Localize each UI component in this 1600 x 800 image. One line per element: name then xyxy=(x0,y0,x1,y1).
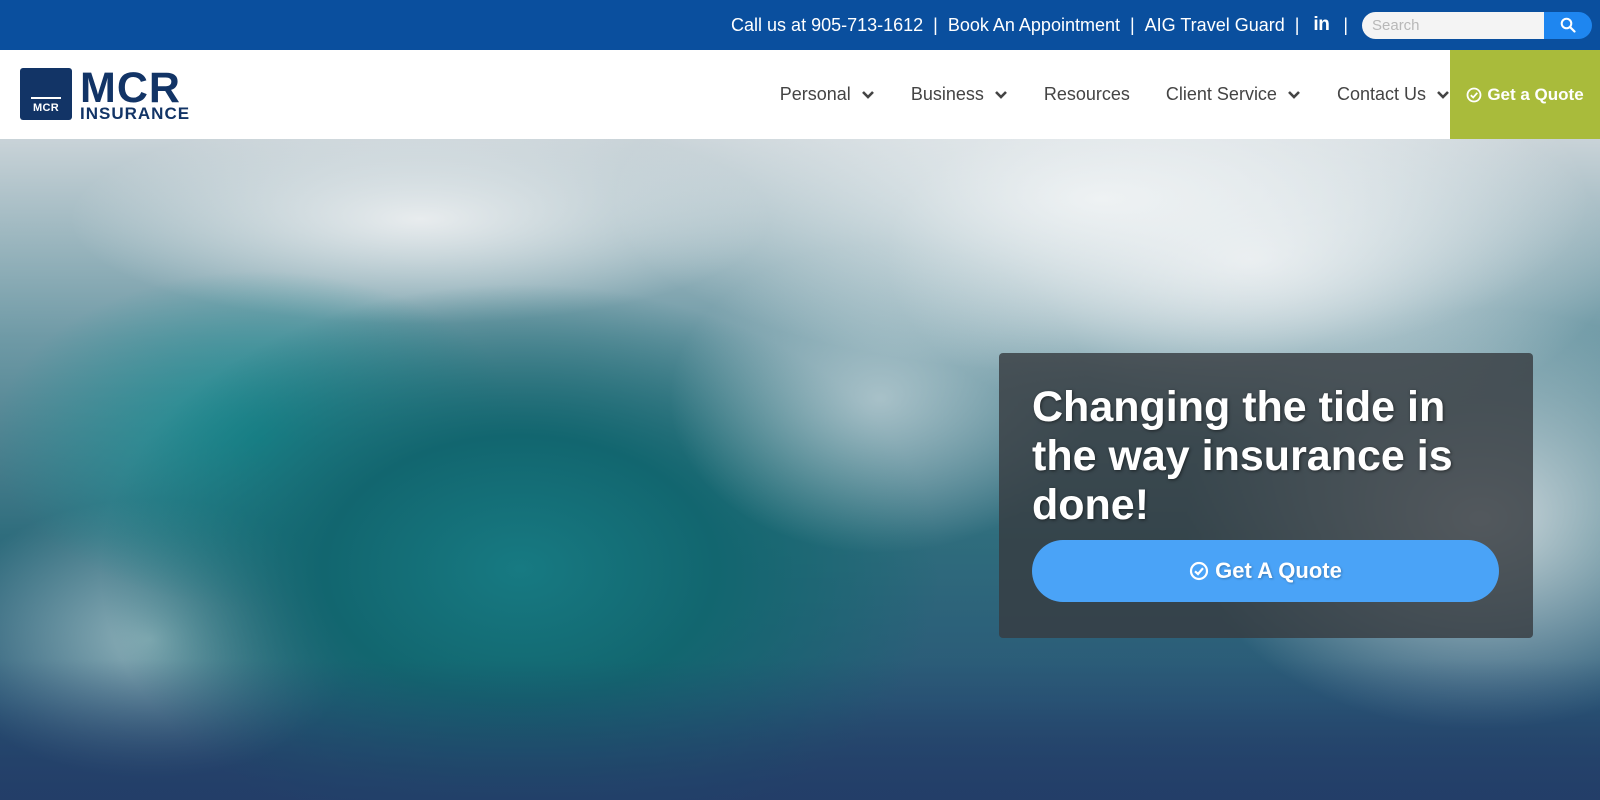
logo-wordmark: MCR INSURANCE xyxy=(80,63,191,123)
nav-item-label: Contact Us xyxy=(1336,84,1426,104)
hero-card: Changing the tide in the way insurance i… xyxy=(999,353,1533,638)
hero-water-shade xyxy=(0,659,1600,800)
book-appointment-link[interactable]: Book An Appointment xyxy=(948,15,1120,36)
logo-word: MCR xyxy=(80,63,181,112)
phone-link[interactable]: Call us at 905-713-1612 xyxy=(731,15,923,36)
nav-item-contact-us[interactable]: Contact Us xyxy=(1337,84,1450,105)
quote-nav-label: Get a Quote xyxy=(1487,84,1584,104)
main-header: MCR MCR INSURANCE Personal Business Reso… xyxy=(0,50,1600,139)
search-button[interactable] xyxy=(1544,11,1592,39)
separator: | xyxy=(1129,14,1135,35)
separator: | xyxy=(1343,14,1348,35)
chevron-down-icon xyxy=(1287,90,1301,100)
search-form xyxy=(1362,11,1592,39)
get-a-quote-hero-button[interactable]: Get A Quote xyxy=(1032,540,1499,602)
logo-box-text: MCR xyxy=(33,102,59,114)
logo-sub: INSURANCE xyxy=(80,103,191,123)
nav-item-label: Personal xyxy=(779,84,851,104)
linkedin-icon[interactable]: in xyxy=(1313,14,1329,36)
chevron-down-icon xyxy=(1436,90,1450,100)
search-input[interactable] xyxy=(1362,11,1544,39)
logo-mark: MCR xyxy=(20,68,72,120)
hero-banner: Changing the tide in the way insurance i… xyxy=(0,139,1600,800)
chevron-down-icon xyxy=(994,90,1008,100)
nav-item-personal[interactable]: Personal xyxy=(780,84,875,105)
separator: | xyxy=(933,14,938,35)
hero-button-label: Get A Quote xyxy=(1215,558,1342,583)
chevron-down-icon xyxy=(861,90,875,100)
search-icon xyxy=(1560,17,1576,33)
mcr-insurance-logo[interactable]: MCR MCR INSURANCE xyxy=(20,63,200,123)
main-nav: Personal Business Resources Client Servi… xyxy=(744,50,1450,139)
logo-bar xyxy=(31,97,61,99)
nav-item-label: Business xyxy=(910,84,984,104)
nav-item-label: Resources xyxy=(1043,84,1130,104)
check-circle-icon xyxy=(1190,561,1209,581)
nav-item-business[interactable]: Business xyxy=(911,84,1008,105)
hero-title: Changing the tide in the way insurance i… xyxy=(1032,383,1453,529)
top-utility-bar: Call us at 905-713-1612 | Book An Appoin… xyxy=(0,0,1600,50)
nav-item-label: Client Service xyxy=(1165,84,1277,104)
check-circle-icon xyxy=(1466,87,1482,102)
nav-item-resources[interactable]: Resources xyxy=(1044,84,1130,105)
get-a-quote-nav-button[interactable]: Get a Quote xyxy=(1450,50,1600,139)
nav-item-client-service[interactable]: Client Service xyxy=(1166,84,1301,105)
separator: | xyxy=(1294,14,1300,35)
aig-travel-guard-link[interactable]: AIG Travel Guard xyxy=(1145,15,1285,36)
